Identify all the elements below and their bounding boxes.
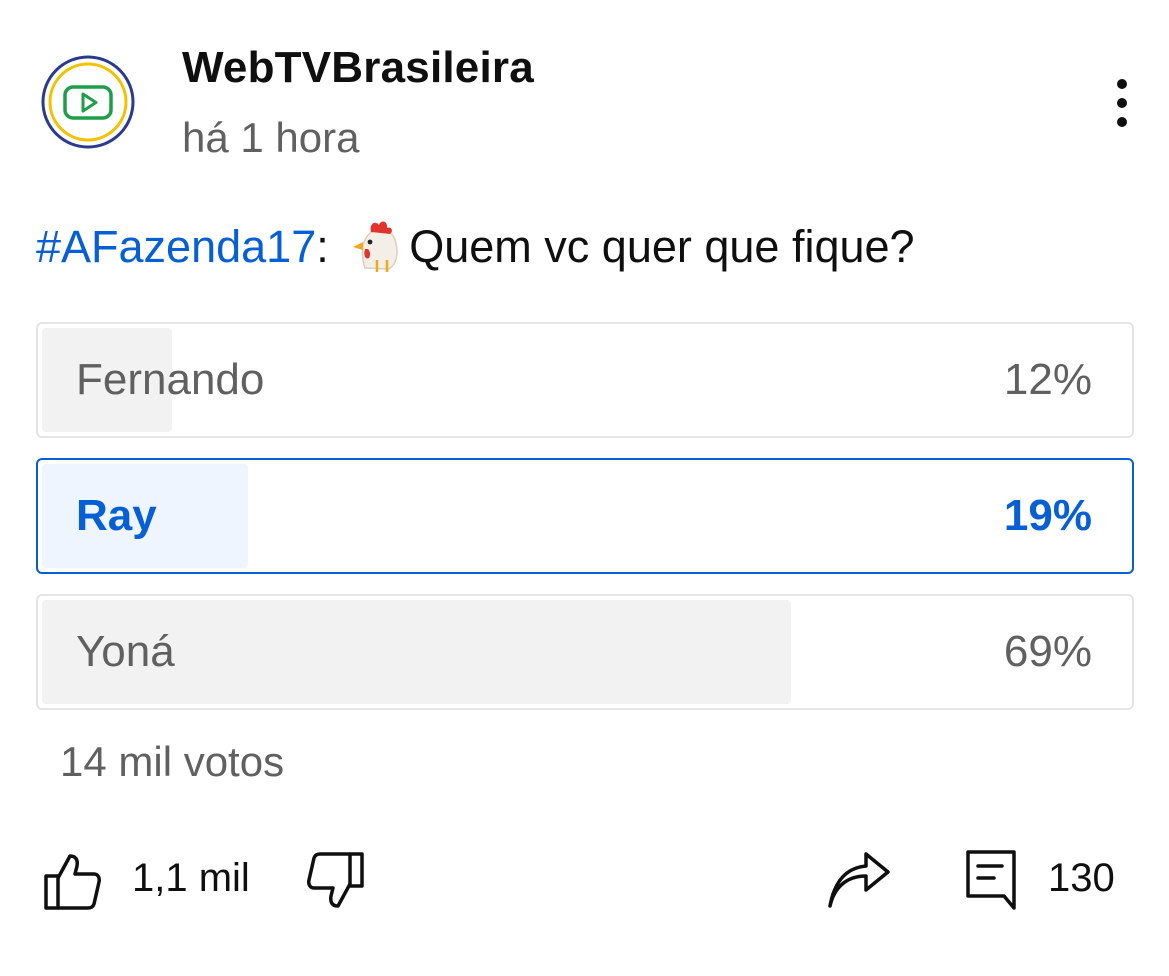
more-options-button[interactable] — [1100, 76, 1144, 132]
post-time: há 1 hora — [182, 114, 360, 161]
hashtag-link[interactable]: #AFazenda17 — [36, 221, 316, 272]
more-vertical-icon — [1117, 79, 1127, 127]
poll-option-yona[interactable]: Yoná 69% — [36, 594, 1134, 710]
comment-count: 130 — [1048, 856, 1115, 900]
channel-avatar[interactable] — [40, 54, 136, 150]
poll: Fernando 12% Ray 19% Yoná 69% — [36, 322, 1134, 730]
poll-option-ray[interactable]: Ray 19% — [36, 458, 1134, 574]
dislike-button[interactable] — [304, 848, 368, 912]
thumbs-down-icon — [307, 852, 364, 908]
like-button[interactable] — [40, 848, 104, 912]
share-button[interactable] — [826, 850, 892, 910]
poll-option-percent: 12% — [1003, 355, 1092, 404]
post-header: WebTVBrasileira há 1 hora — [0, 0, 1169, 190]
poll-option-label: Fernando — [76, 355, 265, 404]
like-count: 1,1 mil — [132, 856, 250, 900]
vote-count: 14 mil votos — [60, 738, 285, 785]
share-arrow-icon — [828, 852, 890, 908]
post-question: Quem vc quer que fique? — [409, 221, 915, 272]
post-text: #AFazenda17: Quem vc quer que fique? — [36, 216, 915, 278]
channel-name[interactable]: WebTVBrasileira — [182, 42, 534, 94]
post-separator: : — [316, 221, 329, 272]
play-logo-icon — [41, 55, 135, 149]
chicken-emoji-icon — [347, 216, 405, 274]
poll-option-label: Ray — [76, 491, 157, 540]
poll-option-percent: 19% — [1003, 491, 1092, 540]
comments-button[interactable] — [964, 848, 1020, 912]
comment-icon — [966, 850, 1016, 910]
thumbs-up-icon — [44, 854, 101, 910]
poll-option-fernando[interactable]: Fernando 12% — [36, 322, 1134, 438]
poll-option-percent: 69% — [1003, 627, 1092, 676]
action-bar: 1,1 mil 130 — [0, 840, 1169, 920]
poll-option-label: Yoná — [76, 627, 175, 676]
